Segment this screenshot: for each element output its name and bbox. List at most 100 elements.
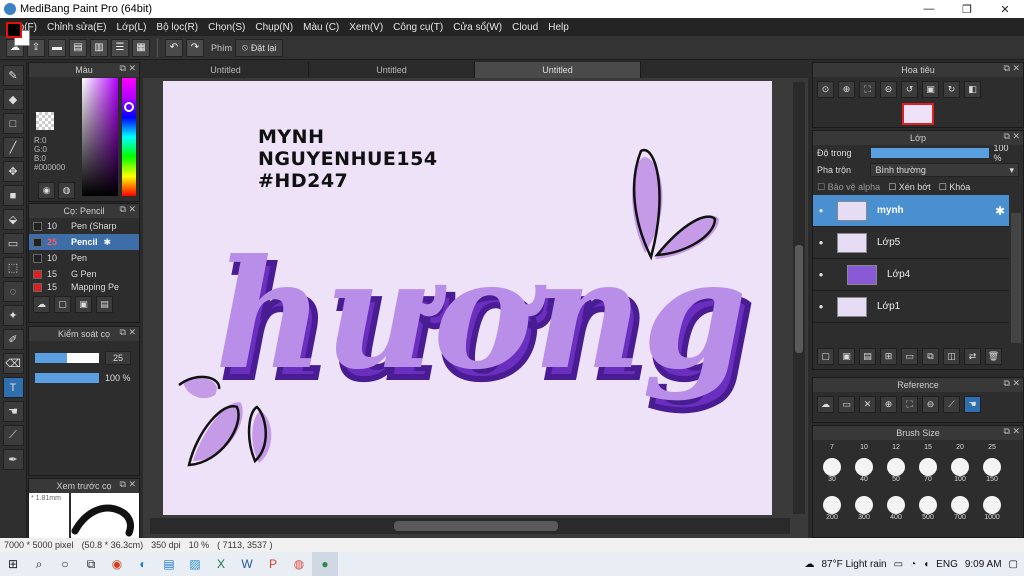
eraser-tool-icon[interactable]: ◆ xyxy=(2,89,24,110)
menu-snap[interactable]: Chụp(N) xyxy=(250,22,298,33)
gear-icon[interactable]: ✱ xyxy=(995,204,1005,218)
weather-text[interactable]: 87°F Light rain xyxy=(821,559,886,570)
brush-item[interactable]: 10 Pen (Sharp xyxy=(29,218,139,234)
hue-handle[interactable] xyxy=(124,102,134,112)
duplicate-layer-icon[interactable]: ⧉ xyxy=(922,348,939,365)
pen-tool-icon[interactable]: ✒ xyxy=(2,449,24,470)
close-ref-icon[interactable]: ✕ xyxy=(859,396,876,413)
zoom-in-ref-icon[interactable]: ⊕ xyxy=(880,396,897,413)
layer-row[interactable]: ● mynh ✱ xyxy=(813,195,1009,227)
size-preset[interactable]: 1000 xyxy=(979,494,1005,528)
zoom-fit-icon[interactable]: ⊙ xyxy=(817,81,834,98)
reset-button[interactable]: ⦸ Đặt lại xyxy=(235,38,284,57)
select-rect-icon[interactable]: ⬚ xyxy=(2,257,24,278)
panel-icon[interactable]: ▤ xyxy=(69,38,87,57)
layer-opacity-slider[interactable] xyxy=(870,148,989,158)
search-icon[interactable]: ⌕ xyxy=(26,552,52,576)
minimize-button[interactable]: — xyxy=(910,0,948,18)
word-icon[interactable]: W xyxy=(234,552,260,576)
menu-view[interactable]: Xem(V) xyxy=(344,22,388,33)
list-icon[interactable]: ☰ xyxy=(111,38,129,57)
visibility-icon[interactable]: ● xyxy=(813,270,829,279)
rotate-right-icon[interactable]: ↻ xyxy=(943,81,960,98)
undo-icon[interactable]: ↶ xyxy=(165,38,183,57)
excel-icon[interactable]: X xyxy=(208,552,234,576)
select-pen-icon[interactable]: ✐ xyxy=(2,329,24,350)
maximize-button[interactable]: ❐ xyxy=(948,0,986,18)
transfer-icon[interactable]: ⇄ xyxy=(964,348,981,365)
open-folder-icon[interactable]: ▭ xyxy=(838,396,855,413)
rectangle-tool-icon[interactable]: □ xyxy=(2,113,24,134)
brush-item-selected[interactable]: 25 Pencil ✱ xyxy=(29,234,139,250)
menu-cloud[interactable]: Cloud xyxy=(507,22,543,33)
clock[interactable]: 9:09 AM xyxy=(965,559,1002,570)
new-layer-icon[interactable]: ▢ xyxy=(817,348,834,365)
close-button[interactable]: ✕ xyxy=(986,0,1024,18)
new-halftone-layer-icon[interactable]: ▣ xyxy=(838,348,855,365)
size-preset[interactable]: 200 xyxy=(819,494,845,528)
brush-item[interactable]: 15 G Pen xyxy=(29,266,139,282)
size-preset[interactable]: 500 xyxy=(915,494,941,528)
transparent-swatch[interactable] xyxy=(36,112,54,130)
text-tool-icon[interactable]: T xyxy=(2,377,24,398)
fill-rect-icon[interactable]: ■ xyxy=(2,185,24,206)
language-indicator[interactable]: ENG xyxy=(936,559,958,570)
tab-untitled-1[interactable]: Untitled xyxy=(143,62,309,78)
clipping-checkbox[interactable]: ☐ Xén bớt xyxy=(888,182,931,193)
zoom-out-ref-icon[interactable]: ⊖ xyxy=(922,396,939,413)
vertical-scroll-thumb[interactable] xyxy=(795,245,803,353)
app-icon[interactable]: ◉ xyxy=(104,552,130,576)
grid-icon[interactable]: ▦ xyxy=(132,38,150,57)
bucket-tool-icon[interactable]: ⬙ xyxy=(2,209,24,230)
visibility-icon[interactable]: ● xyxy=(813,238,829,247)
visibility-icon[interactable]: ● xyxy=(813,206,829,215)
battery-icon[interactable]: ▭ xyxy=(894,559,903,570)
size-preset[interactable]: 300 xyxy=(851,494,877,528)
blend-mode-select[interactable]: Bình thường ▾ xyxy=(870,163,1019,177)
edge-icon[interactable]: ◐ xyxy=(130,552,156,576)
visibility-icon[interactable]: ● xyxy=(813,302,829,311)
powerpoint-icon[interactable]: P xyxy=(260,552,286,576)
fit-ref-icon[interactable]: ⛶ xyxy=(901,396,918,413)
menu-color[interactable]: Màu (C) xyxy=(298,22,344,33)
menu-tools[interactable]: Công cụ(T) xyxy=(388,22,448,33)
layer-row[interactable]: ● Lớp1 xyxy=(813,291,1009,323)
select-eraser-icon[interactable]: ⌫ xyxy=(2,353,24,374)
menu-help[interactable]: Help xyxy=(543,22,574,33)
layer-row[interactable]: ● Lớp4 xyxy=(813,259,1009,291)
gradient-tool-icon[interactable]: ▭ xyxy=(2,233,24,254)
lock-checkbox[interactable]: ☐ Khóa xyxy=(939,182,971,193)
page-icon[interactable]: ▥ xyxy=(90,38,108,57)
line-tool-icon[interactable]: ╱ xyxy=(2,137,24,158)
menu-filter[interactable]: Bộ lọc(R) xyxy=(151,22,203,33)
navigator-thumbnail[interactable] xyxy=(902,103,934,125)
palette-icon[interactable]: ◉ xyxy=(38,182,55,199)
cloud-ref-icon[interactable]: ☁ xyxy=(817,396,834,413)
size-preset[interactable]: 15 xyxy=(915,444,941,454)
menu-edit[interactable]: Chỉnh sửa(E) xyxy=(42,22,112,33)
merge-layer-icon[interactable]: ◫ xyxy=(943,348,960,365)
brush-size-slider[interactable] xyxy=(35,353,99,363)
size-preset[interactable]: 50 xyxy=(883,456,909,490)
menu-select[interactable]: Chọn(S) xyxy=(203,22,250,33)
actual-size-icon[interactable]: ▣ xyxy=(922,81,939,98)
color-history-icon[interactable]: ◍ xyxy=(58,182,75,199)
tab-untitled-2[interactable]: Untitled xyxy=(309,62,475,78)
new-brush-icon[interactable]: ▢ xyxy=(54,296,71,313)
size-preset[interactable]: 70 xyxy=(915,456,941,490)
horizontal-scroll-thumb[interactable] xyxy=(394,521,558,531)
zoom-out-icon[interactable]: ⊖ xyxy=(880,81,897,98)
size-preset[interactable]: 12 xyxy=(883,444,909,454)
brush-size-value[interactable]: 25 xyxy=(105,351,131,365)
size-preset[interactable]: 25 xyxy=(979,444,1005,454)
protect-alpha-checkbox[interactable]: ☐ Bảo vệ alpha xyxy=(817,182,880,193)
foreground-color-swatch[interactable] xyxy=(6,22,22,38)
volume-icon[interactable]: ◖ xyxy=(923,559,929,570)
hand-tool-icon[interactable]: ☚ xyxy=(2,401,24,422)
size-preset[interactable]: 150 xyxy=(979,456,1005,490)
move-tool-icon[interactable]: ✥ xyxy=(2,161,24,182)
task-view-icon[interactable]: ⧉ xyxy=(78,552,104,576)
size-preset[interactable]: 20 xyxy=(947,444,973,454)
add-layer-menu-icon[interactable]: ⊞ xyxy=(880,348,897,365)
store-icon[interactable]: ▤ xyxy=(156,552,182,576)
